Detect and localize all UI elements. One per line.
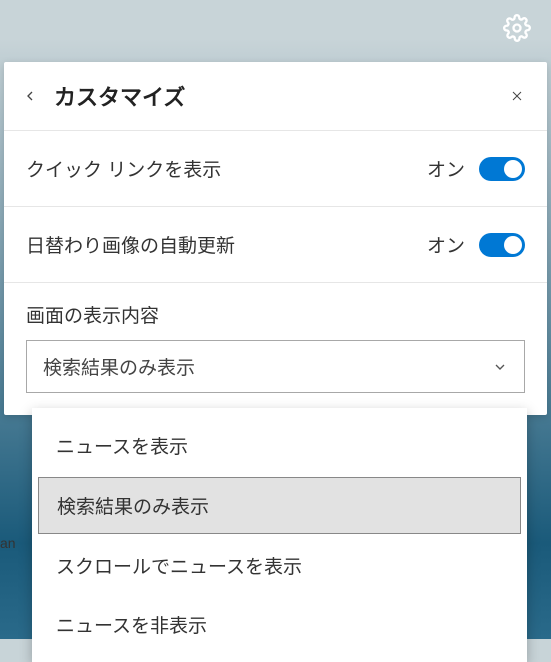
display-select[interactable]: 検索結果のみ表示 — [26, 340, 525, 393]
customize-panel: カスタマイズ クイック リンクを表示 オン 日替わり画像の自動更新 オン 画面の… — [4, 62, 547, 415]
close-button[interactable] — [507, 86, 527, 106]
setting-dailyimage: 日替わり画像の自動更新 オン — [4, 207, 547, 283]
display-dropdown: ニュースを表示 検索結果のみ表示 スクロールでニュースを表示 ニュースを非表示 — [32, 408, 527, 662]
setting-label: クイック リンクを表示 — [26, 155, 427, 182]
gear-icon[interactable] — [503, 14, 531, 42]
select-value: 検索結果のみ表示 — [43, 353, 195, 380]
dropdown-option-news[interactable]: ニュースを表示 — [38, 418, 521, 473]
setting-label: 日替わり画像の自動更新 — [26, 231, 427, 258]
dropdown-option-searchonly[interactable]: 検索結果のみ表示 — [38, 477, 521, 534]
display-section: 画面の表示内容 検索結果のみ表示 — [4, 283, 547, 415]
chevron-down-icon — [492, 359, 508, 375]
panel-header: カスタマイズ — [4, 62, 547, 131]
toggle-state-text: オン — [427, 155, 465, 182]
back-button[interactable] — [20, 86, 40, 106]
quicklinks-toggle[interactable] — [479, 157, 525, 181]
setting-quicklinks: クイック リンクを表示 オン — [4, 131, 547, 207]
dailyimage-toggle[interactable] — [479, 233, 525, 257]
panel-title: カスタマイズ — [54, 80, 185, 112]
section-label: 画面の表示内容 — [26, 301, 525, 328]
dropdown-option-scrollnews[interactable]: スクロールでニュースを表示 — [38, 538, 521, 593]
background-partial-text: an — [0, 535, 16, 551]
toggle-state-text: オン — [427, 231, 465, 258]
dropdown-option-hidenews[interactable]: ニュースを非表示 — [38, 597, 521, 652]
